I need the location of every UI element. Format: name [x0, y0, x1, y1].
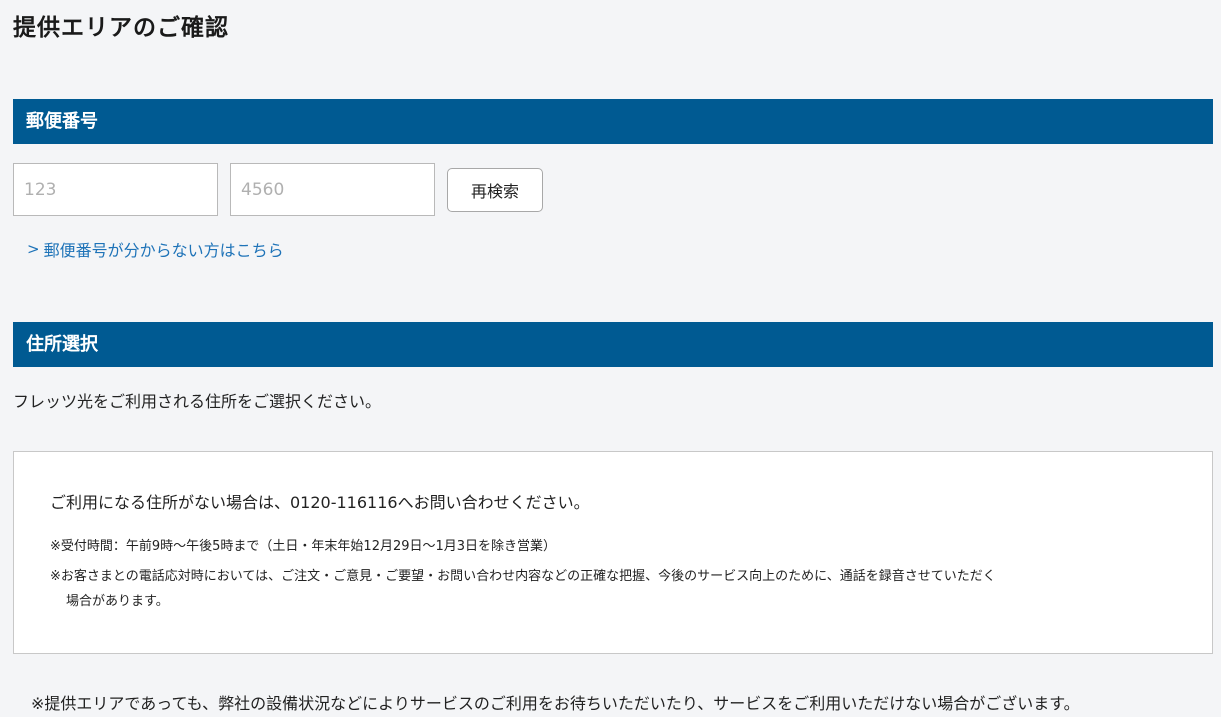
postal-code-help-link[interactable]: > 郵便番号が分からない方はこちら: [27, 237, 284, 261]
address-description: フレッツ光をご利用される住所をご選択ください。: [13, 392, 382, 411]
call-recording-note-line1: ※お客さまとの電話応対時においては、ご注文・ご意見・ご要望・お問い合わせ内容など…: [50, 569, 996, 584]
postal-code-help-link-label: 郵便番号が分からない方はこちら: [43, 241, 284, 260]
research-button[interactable]: 再検索: [447, 168, 543, 212]
postal-section-header: 郵便番号: [13, 99, 1213, 144]
page-title: 提供エリアのご確認: [13, 15, 229, 41]
chevron-right-icon: >: [27, 240, 40, 258]
page: 提供エリアのご確認 郵便番号 再検索 > 郵便番号が分からない方はこちら 住所選…: [0, 0, 1221, 717]
call-recording-note-line2: 場合があります。: [66, 594, 169, 609]
contact-info-box: ご利用になる住所がない場合は、0120-116116へお問い合わせください。 ※…: [13, 451, 1213, 654]
postal-code-second-input[interactable]: [230, 163, 435, 216]
contact-info-main: ご利用になる住所がない場合は、0120-116116へお問い合わせください。: [50, 493, 590, 512]
reception-hours-note: ※受付時間：午前9時〜午後5時まで（土日・年末年始12月29日〜1月3日を除き営…: [50, 539, 557, 554]
service-availability-note: ※提供エリアであっても、弊社の設備状況などによりサービスのご利用をお待ちいただい…: [31, 694, 1080, 713]
address-section-header: 住所選択: [13, 322, 1213, 367]
call-recording-note: ※お客さまとの電話応対時においては、ご注文・ご意見・ご要望・お問い合わせ内容など…: [50, 564, 1190, 614]
postal-code-first-input[interactable]: [13, 163, 218, 216]
